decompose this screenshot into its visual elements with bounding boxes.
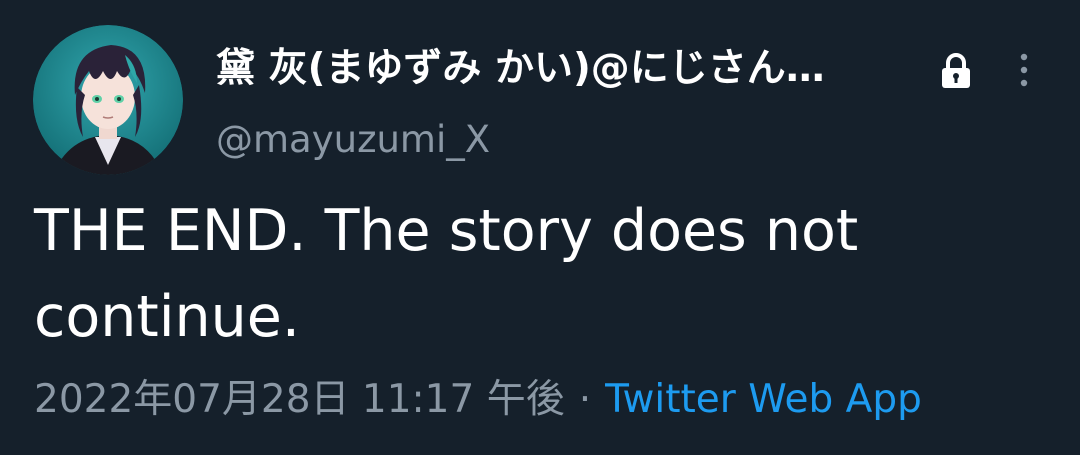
lock-icon <box>942 53 970 88</box>
tweet-source-link[interactable]: Twitter Web App <box>605 377 922 422</box>
avatar-image <box>33 25 183 175</box>
tweet-timestamp[interactable]: 2022年07月28日 11:17 午後 <box>34 377 565 422</box>
author-handle[interactable]: @mayuzumi_X <box>216 117 490 163</box>
more-vertical-icon[interactable] <box>1012 50 1036 90</box>
tweet-text: THE END. The story does not continue. <box>34 198 859 350</box>
avatar[interactable] <box>33 25 183 175</box>
meta-separator: · <box>578 377 592 422</box>
author-display-name[interactable]: 黛 灰(まゆずみ かい)@にじさん… <box>216 44 825 94</box>
tweet-meta: 2022年07月28日 11:17 午後 · Twitter Web App <box>34 374 922 426</box>
tweet: 黛 灰(まゆずみ かい)@にじさん… @mayuzumi_X THE END. … <box>0 0 1080 455</box>
